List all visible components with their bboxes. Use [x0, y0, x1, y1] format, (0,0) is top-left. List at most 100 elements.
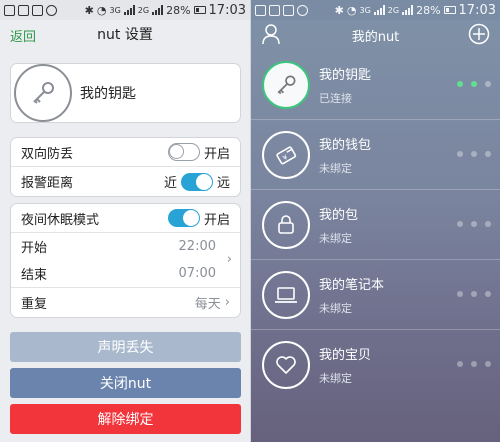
- signal-dot: [471, 151, 477, 157]
- night-mode-toggle[interactable]: [167, 209, 200, 227]
- signal-dot: [471, 291, 477, 297]
- device-avatar: [262, 270, 310, 319]
- device-name: 我的宝贝: [319, 348, 372, 363]
- signal-dots: [457, 151, 491, 157]
- signal-dot: [457, 151, 463, 157]
- my-nut-screen: ✱ ◔ 3G 2G 28% 17:03 我的nut 我的钥匙 已连接 ¥ 我的钱…: [250, 0, 500, 442]
- signal-dot: [457, 361, 463, 367]
- anti-lost-toggle[interactable]: [167, 143, 200, 161]
- back-button[interactable]: 返回: [10, 26, 36, 45]
- signal-dot: [485, 221, 491, 227]
- device-avatar: [262, 200, 310, 249]
- device-avatar: [262, 341, 310, 389]
- settings-screen: ✱ ◔ 3G 2G 28% 17:03 返回 nut 设置 我的钥匙 双向防丢: [0, 0, 250, 442]
- add-device-button[interactable]: [468, 23, 490, 49]
- signal-dot: [485, 291, 491, 297]
- end-time-row: 结束 07:00: [11, 260, 240, 287]
- signal-dot: [457, 81, 463, 87]
- device-name: 我的钥匙: [80, 86, 136, 102]
- device-name: 我的钱包: [319, 137, 372, 153]
- network-type-3g: 3G: [359, 5, 371, 15]
- repeat-value: 每天: [194, 297, 221, 312]
- start-label: 开始: [21, 241, 48, 256]
- device-card[interactable]: 我的钥匙: [10, 63, 241, 123]
- signal-dot: [471, 221, 477, 227]
- close-nut-button[interactable]: 关闭nut: [10, 368, 241, 398]
- device-name: 我的笔记本: [319, 277, 385, 293]
- alert-settings-group: 双向防丢 开启 报警距离 近 远: [10, 137, 241, 197]
- page-title: nut 设置: [97, 27, 153, 43]
- signal-dots: [457, 81, 491, 87]
- image-icon: [269, 4, 280, 16]
- night-mode-label: 夜间休眠模式: [21, 212, 100, 228]
- signal-dot: [457, 221, 463, 227]
- plus-circle-icon: [468, 23, 490, 45]
- anti-lost-row: 双向防丢 开启: [11, 138, 240, 167]
- night-mode-group: 夜间休眠模式 开启 开始 22:00 结束 07:00 › 重复 每天 ›: [10, 203, 241, 318]
- status-bar: ✱ ◔ 3G 2G 28% 17:03: [0, 0, 250, 20]
- minus-circle-icon: [297, 4, 308, 16]
- device-status: 未绑定: [319, 231, 352, 245]
- bag-icon: [278, 214, 294, 234]
- time-range[interactable]: 开始 22:00 结束 07:00 ›: [11, 233, 240, 288]
- end-time: 07:00: [178, 266, 216, 281]
- heart-icon: [276, 356, 296, 374]
- signal-dots: [457, 221, 491, 227]
- signal-icon: [152, 5, 164, 15]
- wifi-icon: ◔: [346, 3, 357, 17]
- end-label: 结束: [21, 268, 48, 283]
- device-name: 我的包: [319, 207, 359, 223]
- distance-far-label: 远: [216, 176, 230, 191]
- device-avatar: [14, 64, 72, 122]
- signal-dots: [457, 361, 491, 367]
- anti-lost-label: 双向防丢: [21, 146, 74, 162]
- night-mode-row: 夜间休眠模式 开启: [11, 204, 240, 233]
- person-icon: [262, 24, 280, 45]
- alarm-distance-label: 报警距离: [21, 176, 74, 191]
- signal-dot: [485, 361, 491, 367]
- laptop-icon: [275, 286, 297, 303]
- device-status: 未绑定: [319, 372, 352, 385]
- network-type-2g: 2G: [387, 5, 400, 15]
- alarm-distance-toggle[interactable]: [180, 172, 213, 191]
- signal-dot: [485, 151, 491, 157]
- search-notification-icon: [283, 4, 294, 16]
- image-icon: [18, 4, 29, 16]
- search-notification-icon: [32, 4, 43, 16]
- signal-icon: [402, 5, 414, 15]
- device-name: 我的钥匙: [319, 67, 372, 83]
- unbind-button[interactable]: 解除绑定: [10, 404, 241, 434]
- page-title: 我的nut: [351, 29, 400, 45]
- start-time: 22:00: [178, 239, 216, 254]
- night-mode-state: 开启: [203, 212, 230, 228]
- battery-icon: [193, 6, 206, 14]
- signal-icon: [373, 5, 385, 15]
- device-item-baby[interactable]: 我的宝贝 未绑定: [251, 330, 500, 400]
- device-status: 未绑定: [319, 301, 352, 315]
- device-item-bag[interactable]: 我的包 未绑定: [251, 190, 500, 260]
- chevron-right-icon: ›: [226, 252, 232, 267]
- device-status: 已连接: [319, 91, 352, 105]
- device-item-wallet[interactable]: ¥ 我的钱包 未绑定: [251, 120, 500, 190]
- signal-dots: [457, 291, 491, 297]
- signal-dot: [471, 361, 477, 367]
- wallet-icon: ¥: [276, 145, 297, 164]
- network-type-2g: 2G: [137, 5, 150, 15]
- repeat-row[interactable]: 重复 每天 ›: [11, 288, 240, 317]
- battery-icon: [443, 6, 456, 14]
- declare-lost-button[interactable]: 声明丢失: [10, 332, 241, 362]
- battery-percent: 28%: [416, 3, 441, 17]
- signal-dot: [457, 291, 463, 297]
- notification-icon: [255, 4, 266, 16]
- device-item-key[interactable]: 我的钥匙 已连接: [251, 50, 500, 120]
- profile-button[interactable]: [261, 23, 281, 49]
- network-type-3g: 3G: [109, 5, 121, 15]
- signal-dot: [471, 81, 477, 87]
- device-item-laptop[interactable]: 我的笔记本 未绑定: [251, 260, 500, 330]
- anti-lost-state: 开启: [203, 146, 230, 162]
- battery-percent: 28%: [166, 3, 191, 17]
- key-icon: [277, 74, 296, 94]
- clock: 17:03: [208, 2, 246, 18]
- bluetooth-icon: ✱: [84, 3, 94, 17]
- device-avatar: [262, 60, 310, 109]
